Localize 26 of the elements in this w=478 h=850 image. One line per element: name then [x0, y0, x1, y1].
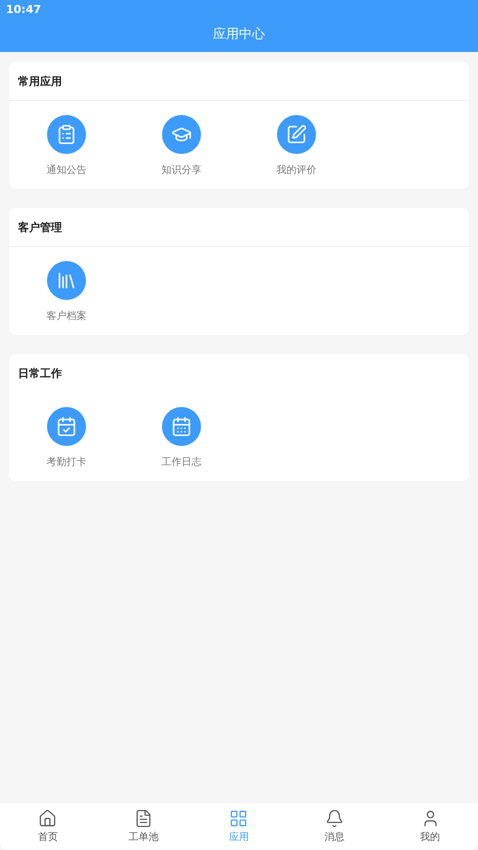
status-time: 10:47 [5, 2, 42, 18]
app-shortcut[interactable]: 我的评价 [239, 115, 354, 177]
app-shortcut[interactable]: 知识分享 [124, 115, 239, 177]
app-shortcut[interactable]: 工作日志 [124, 407, 239, 469]
tab-bar-item[interactable]: 应用 [191, 803, 287, 850]
tab-bar-item[interactable]: 消息 [286, 803, 382, 850]
calendar-check-icon [47, 407, 86, 446]
calendar-icon [162, 407, 201, 446]
tab-bar-item[interactable]: 首页 [0, 803, 96, 850]
grid-icon [229, 809, 248, 828]
section-title: 常用应用 [18, 74, 62, 88]
tab-bar-item[interactable]: 我的 [382, 803, 478, 850]
app-shortcut[interactable]: 考勤打卡 [9, 407, 124, 469]
tab-bar-item[interactable]: 工单池 [96, 803, 192, 850]
graduation-cap-icon [162, 115, 201, 154]
app-shortcut[interactable]: 通知公告 [9, 115, 124, 177]
app-shortcut[interactable]: 客户档案 [9, 261, 124, 323]
clipboard-icon [47, 115, 86, 154]
section-title: 日常工作 [18, 366, 62, 380]
books-icon [47, 261, 86, 300]
page-title: 应用中心 [213, 26, 265, 43]
edit-icon [277, 115, 316, 154]
home-icon [38, 809, 58, 828]
section-title: 客户管理 [18, 220, 62, 234]
bell-icon [325, 809, 344, 828]
document-icon [134, 809, 153, 828]
